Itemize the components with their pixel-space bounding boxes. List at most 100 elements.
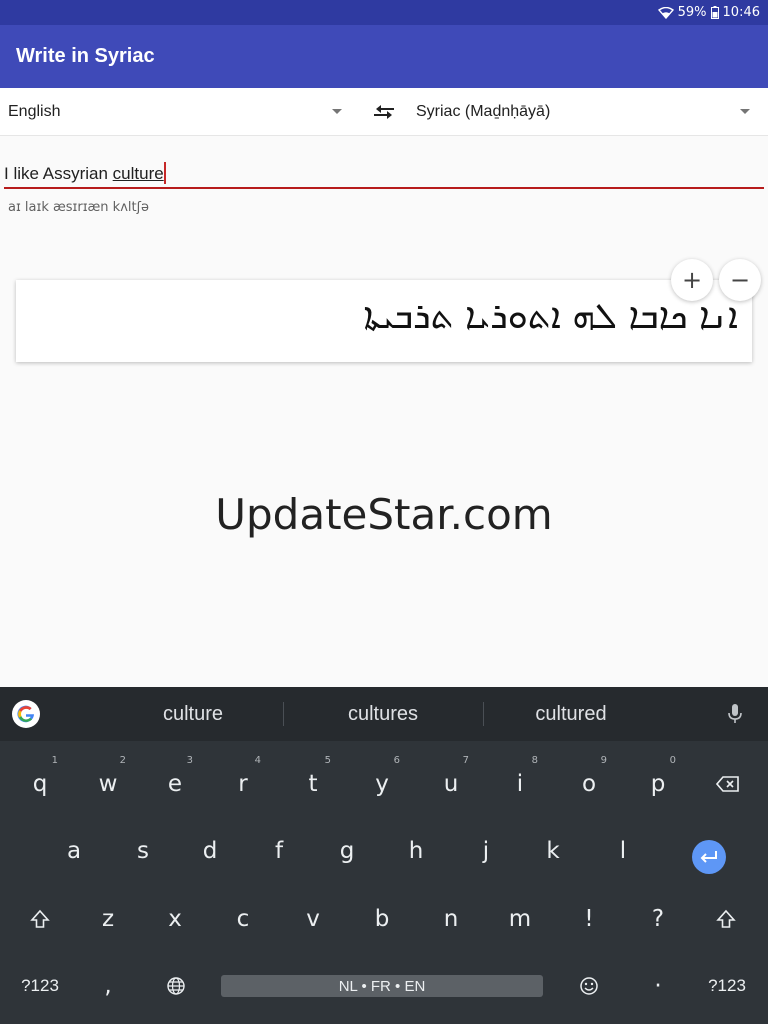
syriac-output-card[interactable]: ܐܢܐ ܟܐܒܐ ܠܗ ܐܬܘܪܝܐ ܬܪܒܝܬܐ [16,280,752,362]
key-h[interactable]: h [396,826,436,876]
input-underline [4,187,764,189]
key-hint: 9 [600,755,607,766]
input-text-committed: I like Assyrian [4,164,113,183]
key-label: w [98,771,118,797]
key-hint: 3 [186,755,193,766]
app-title: Write in Syriac [16,45,155,67]
watermark: UpdateStar.com [215,490,553,539]
suggestion-divider [283,702,284,726]
backspace-key[interactable] [706,759,750,809]
text-input-field[interactable]: I like Assyrian culture [0,150,768,190]
key-e[interactable]: e3 [155,755,195,809]
key-label: p [650,771,666,797]
app-bar: Write in Syriac [0,25,768,88]
target-language-label: Syriac (Maḏnḥāyā) [416,103,551,120]
zoom-in-button[interactable]: + [671,259,713,301]
key-hint: 7 [462,755,469,766]
zoom-out-button[interactable]: − [719,259,761,301]
key-hint: 6 [393,755,400,766]
key-l[interactable]: l [603,826,643,876]
globe-icon [167,977,185,995]
space-bar[interactable]: NL • FR • EN [221,975,543,997]
key-c[interactable]: c [223,894,263,944]
key-b[interactable]: b [362,894,402,944]
battery-icon [710,6,719,19]
key-o[interactable]: o9 [569,755,609,809]
status-bar: 59% 10:46 [0,0,768,25]
backspace-icon [716,776,739,792]
syriac-output-text: ܐܢܐ ܟܐܒܐ ܠܗ ܐܬܘܪܝܐ ܬܪܒܝܬܐ [363,296,738,337]
key-period[interactable]: · [638,961,678,1011]
phonetic-transcription: aɪ laɪk æsɪrɪæn kʌltʃə [8,200,149,215]
key-z[interactable]: z [88,894,128,944]
key-m[interactable]: m [500,894,540,944]
key-k[interactable]: k [533,826,573,876]
key-d[interactable]: d [190,826,230,876]
key-w[interactable]: w2 [88,755,128,809]
swap-languages-button[interactable] [370,100,398,124]
key-hint: 0 [669,755,676,766]
emoji-icon [580,977,598,995]
symbols-key-right[interactable]: ?123 [698,961,756,1011]
source-language-select[interactable]: English [8,88,348,136]
clock: 10:46 [722,5,760,20]
key-label: r [238,771,248,797]
key-g[interactable]: g [327,826,367,876]
key-r[interactable]: r4 [223,755,263,809]
key-q[interactable]: q1 [20,755,60,809]
key-n[interactable]: n [431,894,471,944]
enter-arrow-icon [700,851,717,863]
key-p[interactable]: p0 [638,755,678,809]
key-t[interactable]: t5 [293,755,333,809]
target-language-select[interactable]: Syriac (Maḏnḥāyā) [416,88,756,136]
key-x[interactable]: x [155,894,195,944]
language-key[interactable] [156,961,196,1011]
key-j[interactable]: j [466,826,506,876]
google-logo-icon[interactable] [12,700,40,728]
key-f[interactable]: f [259,826,299,876]
key-label: u [443,771,459,797]
key-label: o [581,771,597,797]
wifi-icon [657,6,674,19]
key-a[interactable]: a [54,826,94,876]
dropdown-arrow-icon [332,109,342,114]
source-language-label: English [8,103,61,120]
key-comma[interactable]: , [88,961,128,1011]
key-hint: 4 [254,755,261,766]
key-hint: 5 [324,755,331,766]
key-i[interactable]: i8 [500,755,540,809]
key-label: t [308,771,318,797]
swap-arrows-icon [374,105,394,119]
key-v[interactable]: v [293,894,333,944]
key-s[interactable]: s [123,826,163,876]
suggestion-strip: culture cultures cultured [0,687,768,741]
shift-key-left[interactable] [20,894,60,944]
shift-key-right[interactable] [706,894,746,944]
text-caret [163,162,166,184]
microphone-icon[interactable] [726,702,744,726]
key-label: i [516,771,524,797]
key-y[interactable]: y6 [362,755,402,809]
key-label: y [375,771,389,797]
shift-icon [30,909,50,928]
suggestion-2[interactable]: cultures [290,687,476,741]
key-hint: 1 [51,755,58,766]
key-hint: 8 [531,755,538,766]
google-g-icon [17,705,34,723]
key-label: e [167,771,183,797]
key-exclamation[interactable]: ! [569,894,609,944]
shift-icon [716,909,736,928]
input-text-composing: culture [112,164,164,183]
key-question[interactable]: ? [638,894,678,944]
suggestion-1[interactable]: culture [100,687,286,741]
dropdown-arrow-icon [740,109,750,114]
enter-key[interactable] [692,840,726,874]
battery-percent: 59% [677,5,707,20]
emoji-key[interactable] [569,961,609,1011]
suggestion-3[interactable]: cultured [478,687,664,741]
key-u[interactable]: u7 [431,755,471,809]
input-text: I like Assyrian culture [4,162,166,184]
symbols-key-left[interactable]: ?123 [12,961,68,1011]
key-label: q [32,771,48,797]
key-hint: 2 [119,755,126,766]
